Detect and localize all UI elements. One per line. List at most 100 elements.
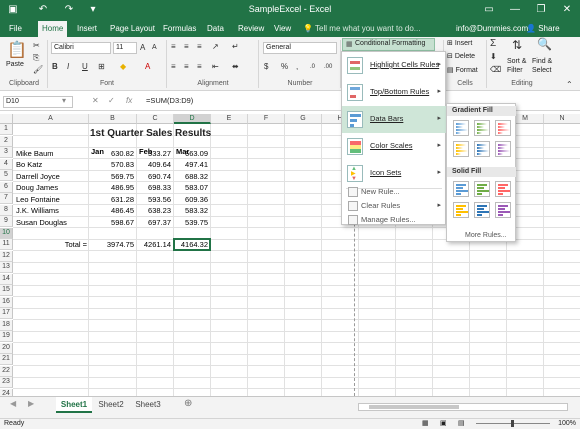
gradient-data-bar-swatch[interactable] (495, 141, 511, 157)
scroll-sheets-right-icon[interactable]: ▶ (28, 399, 34, 408)
column-header[interactable]: E (211, 114, 248, 124)
insert-function-icon[interactable]: fx (126, 96, 132, 105)
menu-new-rule[interactable]: New Rule... (342, 185, 446, 199)
increase-font-icon[interactable]: A (140, 43, 145, 53)
select-all-corner[interactable] (0, 114, 13, 124)
row-header[interactable]: 15 (0, 285, 13, 296)
share-button[interactable]: 👤 Share (526, 21, 560, 37)
comma-button[interactable]: , (296, 62, 298, 72)
column-header[interactable]: G (285, 114, 322, 124)
value-cell[interactable]: 583.07 (174, 182, 210, 193)
column-header[interactable]: F (248, 114, 285, 124)
bold-button[interactable]: B (52, 62, 58, 72)
copy-icon[interactable]: ⎘ (33, 53, 39, 63)
currency-button[interactable]: $ (264, 62, 268, 72)
row-header[interactable]: 9 (0, 216, 13, 227)
value-cell[interactable]: 631.28 (89, 194, 136, 205)
row-header[interactable]: 6 (0, 181, 13, 193)
name-cell[interactable]: Darrell Joyce (14, 171, 89, 182)
name-cell[interactable]: Leo Fontaine (14, 194, 89, 205)
align-bottom-icon[interactable]: ≡ (197, 42, 202, 52)
value-cell[interactable]: 497.41 (174, 159, 210, 170)
row-header[interactable]: 2 (0, 135, 13, 147)
name-cell[interactable]: Mike Baum (14, 148, 89, 159)
sort-filter-icon[interactable]: ⇅ (512, 39, 522, 51)
font-size-box[interactable]: 11 (113, 42, 137, 54)
zoom-level[interactable]: 100% (558, 420, 576, 427)
percent-button[interactable]: % (281, 62, 288, 72)
tab-page-layout[interactable]: Page Layout (106, 21, 159, 37)
tab-formulas[interactable]: Formulas (159, 21, 200, 37)
row-header[interactable]: 1 (0, 124, 13, 135)
row-header[interactable]: 5 (0, 170, 13, 181)
value-cell[interactable]: 638.23 (137, 205, 173, 216)
row-header[interactable]: 20 (0, 342, 13, 354)
name-cell[interactable]: Doug James (14, 182, 89, 193)
format-cells-button[interactable]: ▤ Format (447, 66, 478, 76)
gradient-data-bar-swatch[interactable] (453, 141, 469, 157)
ribbon-display-options-icon[interactable]: ▭ (476, 0, 502, 21)
value-cell[interactable]: 698.33 (137, 182, 173, 193)
column-header[interactable]: C (137, 114, 174, 124)
row-header[interactable]: 10 (0, 227, 13, 239)
paste-button-label[interactable]: Paste (6, 60, 24, 70)
sort-filter-label-2[interactable]: Filter (507, 66, 523, 76)
row-header[interactable]: 14 (0, 273, 13, 285)
find-select-label-2[interactable]: Select (532, 66, 551, 76)
decrease-font-icon[interactable]: A (152, 43, 157, 53)
solid-data-bar-swatch[interactable] (495, 181, 511, 197)
normal-view-icon[interactable]: ▦ (422, 419, 429, 427)
row-header[interactable]: 22 (0, 365, 13, 377)
column-header[interactable]: N (544, 114, 580, 124)
account-name[interactable]: info@Dummies.com (456, 21, 528, 37)
menu-highlight-cells-rules[interactable]: Highlight Cells Rules ▸ (342, 52, 446, 79)
row-header[interactable]: 13 (0, 262, 13, 273)
menu-icon-sets[interactable]: ▲ ▶ ▼ Icon Sets ▸ (342, 160, 446, 187)
name-cell[interactable]: Susan Douglas (14, 217, 89, 228)
delete-cells-button[interactable]: ⊟ Delete (447, 52, 475, 62)
enter-icon[interactable]: ✓ (108, 96, 115, 105)
tab-insert[interactable]: Insert (73, 21, 101, 37)
value-cell[interactable]: 593.56 (137, 194, 173, 205)
page-layout-view-icon[interactable]: ▣ (440, 419, 447, 427)
gradient-data-bar-swatch[interactable] (495, 120, 511, 136)
value-cell[interactable]: 570.83 (89, 159, 136, 170)
row-header[interactable]: 11 (0, 239, 13, 250)
collapse-ribbon-icon[interactable]: ⌃ (566, 80, 573, 90)
row-header[interactable]: 17 (0, 308, 13, 319)
horizontal-scrollbar[interactable] (358, 403, 568, 411)
value-cell[interactable]: 630.82 (89, 148, 136, 159)
sheet-tab-sheet2[interactable]: Sheet2 (93, 397, 129, 413)
tab-home[interactable]: Home (38, 21, 68, 37)
value-cell[interactable]: 569.75 (89, 171, 136, 182)
scroll-sheets-left-icon[interactable]: ◀ (10, 399, 16, 408)
tab-view[interactable]: View (270, 21, 295, 37)
fill-icon[interactable]: ⬇ (490, 52, 497, 62)
indent-icon[interactable]: ⇤ (212, 62, 219, 72)
row-header[interactable]: 16 (0, 296, 13, 308)
value-cell[interactable]: 609.36 (174, 194, 210, 205)
tab-file[interactable]: File (5, 21, 26, 37)
gradient-data-bar-swatch[interactable] (474, 141, 490, 157)
row-header[interactable]: 24 (0, 388, 13, 396)
underline-button[interactable]: U (82, 62, 88, 72)
value-cell[interactable]: 486.45 (89, 205, 136, 216)
add-sheet-icon[interactable]: ⊕ (184, 398, 192, 409)
autosum-icon[interactable]: Σ (490, 39, 496, 49)
name-cell[interactable]: Bo Katz (14, 159, 89, 170)
align-middle-icon[interactable]: ≡ (184, 42, 189, 52)
formula-input[interactable]: =SUM(D3:D9) (146, 96, 193, 106)
font-color-icon[interactable]: A (145, 62, 150, 72)
solid-data-bar-swatch[interactable] (453, 181, 469, 197)
tab-data[interactable]: Data (203, 21, 228, 37)
insert-cells-button[interactable]: ⊞ Insert (447, 39, 472, 49)
row-header[interactable]: 4 (0, 158, 13, 170)
total-jan-cell[interactable]: 3974.75 (89, 239, 136, 250)
increase-decimal-icon[interactable]: .0 (310, 62, 315, 72)
borders-icon[interactable]: ⊞ (98, 62, 105, 72)
solid-data-bar-swatch[interactable] (453, 202, 469, 218)
menu-manage-rules[interactable]: Manage Rules... (342, 213, 446, 227)
row-header[interactable]: 19 (0, 331, 13, 342)
align-left-icon[interactable]: ≡ (171, 62, 176, 72)
column-header[interactable]: B (89, 114, 137, 124)
